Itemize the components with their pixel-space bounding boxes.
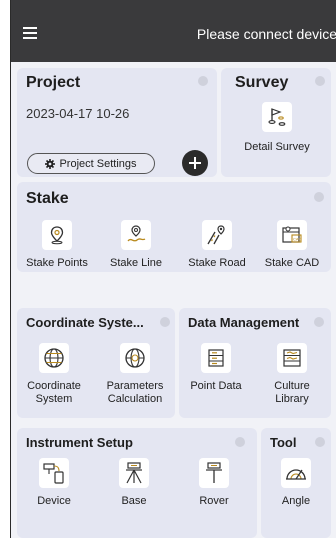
coordinate-system-label: Coordinate System bbox=[17, 380, 91, 406]
coordinate-system-line1: Coordinate bbox=[27, 380, 81, 392]
device-item[interactable]: Device bbox=[17, 458, 91, 508]
rover-label: Rover bbox=[199, 495, 229, 507]
angle-label: Angle bbox=[281, 495, 311, 507]
coordinate-info-icon bbox=[160, 317, 170, 327]
parameters-calculation-line1: Parameters bbox=[106, 380, 164, 392]
base-label: Base bbox=[121, 495, 147, 507]
parameters-calculation-label: Parameters Calculation bbox=[97, 380, 173, 406]
point-data-item[interactable]: Point Data bbox=[179, 343, 253, 393]
stake-cad-label: Stake CAD bbox=[264, 257, 320, 269]
stake-title: Stake bbox=[26, 190, 69, 207]
detail-survey-item[interactable]: Detail Survey bbox=[231, 102, 323, 154]
top-bar: Please connect device bbox=[11, 0, 336, 62]
pin-line-icon bbox=[121, 220, 151, 250]
stake-line-item[interactable]: Stake Line bbox=[101, 220, 171, 270]
culture-library-line2: Library bbox=[275, 393, 309, 405]
gear-icon bbox=[45, 158, 56, 169]
detail-survey-label: Detail Survey bbox=[244, 141, 310, 153]
cad-icon: CAD bbox=[277, 220, 307, 250]
data-management-card: Data Management Point Data Culture Libra… bbox=[179, 308, 331, 418]
angle-item[interactable]: Angle bbox=[261, 458, 331, 508]
angle-icon bbox=[281, 458, 311, 488]
project-card: Project 2023-04-17 10-26 Project Setting… bbox=[17, 68, 217, 177]
project-datetime: 2023-04-17 10-26 bbox=[26, 106, 130, 121]
instrument-info-icon bbox=[235, 437, 245, 447]
rover-item[interactable]: Rover bbox=[177, 458, 251, 508]
connect-device-status[interactable]: Please connect device bbox=[197, 26, 336, 42]
survey-info-icon bbox=[315, 76, 325, 86]
coordinate-system-line2: System bbox=[35, 393, 73, 405]
app-frame: Please connect device Project 2023-04-17… bbox=[10, 0, 336, 538]
add-project-button[interactable] bbox=[182, 150, 208, 176]
device-label: Device bbox=[37, 495, 71, 507]
instrument-setup-card: Instrument Setup Device Base Rover bbox=[17, 428, 257, 538]
tripod-icon bbox=[119, 458, 149, 488]
culture-library-item[interactable]: Culture Library bbox=[255, 343, 329, 406]
stake-points-item[interactable]: Stake Points bbox=[17, 220, 97, 270]
culture-library-label: Culture Library bbox=[255, 380, 329, 406]
road-icon bbox=[202, 220, 232, 250]
data-management-info-icon bbox=[314, 317, 324, 327]
flag-icon bbox=[262, 102, 292, 132]
stake-cad-item[interactable]: CAD Stake CAD bbox=[257, 220, 327, 270]
stake-points-label: Stake Points bbox=[26, 257, 88, 269]
culture-library-line1: Culture bbox=[274, 380, 310, 392]
stake-road-label: Stake Road bbox=[188, 257, 246, 269]
coordinate-system-item[interactable]: Coordinate System bbox=[17, 343, 91, 406]
survey-title: Survey bbox=[235, 74, 289, 91]
stake-line-label: Stake Line bbox=[110, 257, 162, 269]
project-settings-button[interactable]: Project Settings bbox=[27, 153, 155, 174]
rover-icon bbox=[199, 458, 229, 488]
point-data-label: Point Data bbox=[190, 380, 242, 392]
stake-road-item[interactable]: Stake Road bbox=[181, 220, 253, 270]
device-icon bbox=[39, 458, 69, 488]
coordinate-title: Coordinate Syste... bbox=[26, 315, 144, 330]
parameters-calculation-item[interactable]: Parameters Calculation bbox=[97, 343, 173, 406]
tool-info-icon bbox=[315, 437, 325, 447]
svg-text:CAD: CAD bbox=[293, 237, 302, 242]
tool-title: Tool bbox=[270, 435, 297, 450]
project-title: Project bbox=[26, 74, 81, 91]
instrument-setup-title: Instrument Setup bbox=[26, 435, 133, 450]
globe-icon bbox=[39, 343, 69, 373]
stake-card: Stake Stake Points Stake Line Stake Road… bbox=[17, 182, 331, 272]
project-info-icon bbox=[198, 76, 208, 86]
location-pin-icon bbox=[42, 220, 72, 250]
coordinate-card: Coordinate Syste... Coordinate System Pa… bbox=[17, 308, 175, 418]
tool-card: Tool Angle bbox=[261, 428, 331, 538]
parameters-calculation-line2: Calculation bbox=[107, 393, 163, 405]
globe-calc-icon bbox=[120, 343, 150, 373]
stake-info-icon bbox=[314, 192, 324, 202]
project-settings-label: Project Settings bbox=[59, 157, 137, 170]
data-management-title: Data Management bbox=[188, 315, 300, 330]
library-icon bbox=[277, 343, 307, 373]
base-item[interactable]: Base bbox=[97, 458, 171, 508]
database-icon bbox=[201, 343, 231, 373]
survey-card: Survey Detail Survey bbox=[221, 68, 331, 177]
menu-icon[interactable] bbox=[23, 27, 37, 39]
